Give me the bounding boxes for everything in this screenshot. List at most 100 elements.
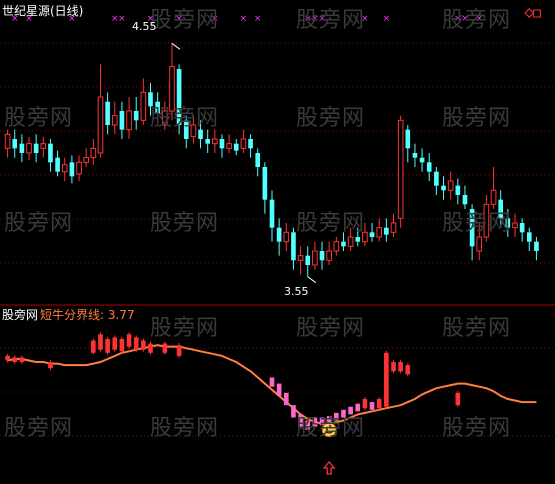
indicator-red-bar	[384, 352, 389, 407]
indicator-red-bar	[12, 357, 18, 363]
candle-down	[205, 139, 211, 144]
candle-down	[412, 153, 418, 158]
candle-down	[462, 195, 468, 205]
watermark: 股旁网	[150, 8, 220, 33]
candle-down	[248, 139, 253, 149]
indicator-red-bar	[398, 362, 403, 372]
candle-up	[397, 119, 404, 219]
candle-down	[48, 143, 53, 163]
candle-up	[111, 115, 118, 126]
candle-down	[369, 232, 375, 237]
indicator-red-bar	[405, 365, 411, 375]
candle-down	[119, 111, 125, 130]
candle-up	[240, 138, 247, 149]
candle-up	[297, 255, 304, 261]
indicator-red-bar	[148, 343, 153, 353]
watermark: 股旁网	[150, 316, 220, 341]
candle-up	[83, 157, 90, 163]
candle-down	[434, 171, 439, 186]
candle-down	[276, 227, 282, 242]
cross-marker: ×	[118, 14, 126, 24]
indicator-red-bar	[391, 362, 396, 372]
indicator-red-bar	[176, 345, 182, 356]
candle-up	[212, 138, 218, 145]
candle-down	[133, 111, 139, 121]
cross-marker: ×	[240, 14, 248, 24]
candle-up	[333, 241, 340, 252]
candle-up	[126, 110, 132, 131]
watermark: 股旁网	[150, 106, 220, 131]
candle-up	[4, 133, 11, 149]
candle-up	[283, 231, 290, 243]
candle-down	[69, 162, 75, 177]
indicator-red-bar	[133, 337, 139, 350]
diamond-icon	[524, 8, 535, 18]
indicator-pink-bar	[283, 392, 289, 406]
up-arrow-icon	[322, 460, 336, 475]
low-price-label: 3.55	[284, 285, 309, 298]
candle-up	[76, 161, 82, 175]
candle-down	[519, 223, 525, 233]
candle-up	[226, 143, 232, 149]
indicator-red-bar	[362, 399, 368, 409]
indicator-pink-bar	[276, 383, 282, 396]
site-label: 股旁网	[2, 308, 39, 322]
watermark: 股旁网	[150, 416, 220, 441]
high-leader-line	[171, 42, 181, 50]
indicator-red-bar	[162, 343, 168, 353]
watermark: 股旁网	[296, 416, 366, 441]
candle-down	[341, 241, 346, 247]
candle-down	[319, 251, 325, 261]
watermark: 股旁网	[442, 211, 512, 236]
candle-down	[355, 237, 361, 242]
watermark: 股旁网	[4, 211, 74, 236]
chart-title: 世纪星源(日线)	[2, 4, 84, 18]
cross-marker: ×	[254, 14, 262, 24]
watermark: 股旁网	[150, 211, 220, 236]
high-price-label: 4.55	[132, 20, 157, 33]
indicator-red-bar	[119, 338, 125, 352]
candle-down	[269, 199, 275, 228]
candle-up	[347, 236, 354, 247]
candle-up	[61, 164, 68, 173]
square-icon	[532, 9, 541, 18]
watermark: 股旁网	[442, 8, 512, 33]
candle-up	[97, 96, 104, 154]
watermark: 股旁网	[296, 211, 366, 236]
candle-up	[312, 250, 318, 266]
watermark: 股旁网	[296, 106, 366, 131]
candle-down	[233, 143, 239, 151]
candle-up	[26, 143, 32, 154]
cross-marker: ×	[383, 14, 391, 24]
indicator-pink-bar	[269, 377, 275, 387]
candle-down	[441, 185, 446, 191]
indicator-red-bar	[105, 338, 110, 353]
watermark: 股旁网	[442, 416, 512, 441]
indicator-red-bar	[376, 399, 382, 409]
candle-down	[219, 139, 225, 149]
candle-down	[12, 139, 18, 149]
watermark: 股旁网	[4, 416, 74, 441]
candle-down	[426, 162, 432, 172]
indicator-red-bar	[5, 355, 10, 361]
indicator-red-bar	[19, 357, 25, 363]
candle-down	[384, 227, 389, 235]
candle-down	[55, 157, 60, 172]
watermark: 股旁网	[442, 106, 512, 131]
chart-window: × × × × × × × × × × × × × × × × × × 股旁网 股旁网 股旁网 股旁网 股旁网 股…	[0, 0, 555, 484]
indicator-label: 短牛分界线: 3.77	[40, 308, 135, 322]
candle-down	[534, 241, 539, 251]
candle-down	[419, 157, 425, 163]
candle-up	[390, 222, 397, 233]
candle-up	[476, 236, 483, 252]
indicator-red-bar	[455, 392, 461, 406]
candle-up	[447, 180, 454, 191]
candle-up	[512, 222, 518, 229]
indicator-red-bar	[141, 340, 146, 350]
candle-down	[405, 129, 411, 149]
candle-up	[40, 143, 47, 149]
watermark: 股旁网	[442, 316, 512, 341]
watermark: 股旁网	[296, 316, 366, 341]
candle-up	[140, 91, 147, 121]
candle-down	[255, 153, 261, 167]
